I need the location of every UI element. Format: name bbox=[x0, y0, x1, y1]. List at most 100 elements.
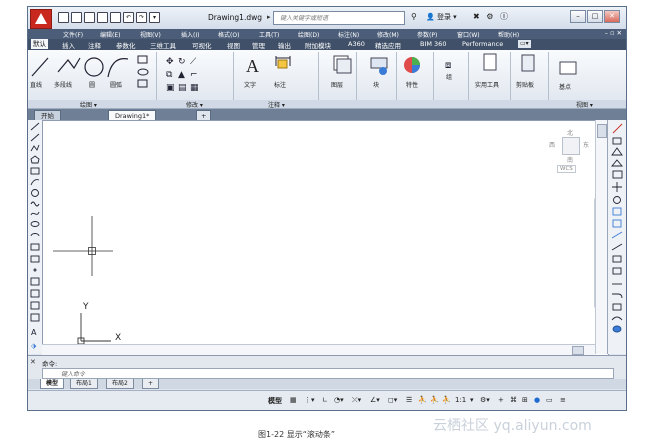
tab-parametric[interactable]: 参数化 bbox=[114, 40, 138, 50]
annotation-visibility-icon[interactable]: ⛹ bbox=[418, 396, 427, 404]
base-point-label[interactable]: 基点 bbox=[559, 82, 571, 91]
panel-title-modify[interactable]: 修改 ▾ bbox=[186, 100, 203, 109]
isolate-objects-icon[interactable]: ● bbox=[534, 396, 540, 404]
save-as-icon[interactable] bbox=[97, 12, 108, 23]
help-icon[interactable]: Ⓘ bbox=[500, 12, 510, 21]
tab-visualize[interactable]: 可视化 bbox=[190, 40, 214, 50]
viewcube-face[interactable] bbox=[562, 137, 580, 155]
hardware-acceleration-icon[interactable]: ▭ bbox=[546, 396, 553, 404]
tab-a360[interactable]: A360 bbox=[346, 40, 367, 48]
viewcube[interactable]: 北 东 南 西 WCS bbox=[547, 128, 591, 177]
polar-icon[interactable]: ◔▾ bbox=[334, 396, 344, 404]
tab-performance[interactable]: Performance bbox=[460, 40, 505, 48]
command-input[interactable]: 键入命令 bbox=[42, 368, 614, 379]
save-icon[interactable] bbox=[84, 12, 95, 23]
object-snap-tracking-icon[interactable]: ∠▾ bbox=[370, 396, 380, 404]
menu-item-help[interactable]: 帮助(H) bbox=[498, 30, 519, 39]
panel-title-view[interactable]: 视图 ▾ bbox=[576, 100, 593, 109]
scale-readout[interactable]: 1:1 bbox=[455, 396, 466, 404]
viewcube-north[interactable]: 北 bbox=[567, 128, 573, 137]
login-button[interactable]: 👤 登录 ▾ bbox=[426, 12, 457, 22]
menu-item-window[interactable]: 窗口(W) bbox=[457, 30, 480, 39]
menu-item-tools[interactable]: 工具(T) bbox=[259, 30, 279, 39]
maximize-button[interactable]: □ bbox=[587, 10, 603, 23]
tab-addins[interactable]: 附加模块 bbox=[303, 40, 333, 50]
wcs-menu[interactable]: WCS bbox=[557, 165, 576, 173]
a360-icon[interactable]: ⚙ bbox=[486, 12, 495, 21]
scale-dropdown-icon[interactable]: ▾ bbox=[470, 396, 474, 404]
search-box[interactable]: ▸ 键入关键字或短语 bbox=[267, 11, 405, 25]
menu-item-format[interactable]: 格式(O) bbox=[218, 30, 239, 39]
menu-item-dimension[interactable]: 标注(N) bbox=[338, 30, 359, 39]
polyline-label[interactable]: 多段线 bbox=[54, 80, 72, 89]
horizontal-scroll-thumb[interactable] bbox=[572, 346, 584, 355]
layout-tab-model[interactable]: 模型 bbox=[40, 379, 65, 389]
tab-manage[interactable]: 管理 bbox=[250, 40, 267, 50]
tab-home[interactable]: 默认 bbox=[31, 39, 48, 49]
arc-label[interactable]: 圆弧 bbox=[110, 80, 122, 89]
vertical-scroll-thumb[interactable] bbox=[597, 124, 607, 138]
panel-title-annotation[interactable]: 注释 ▾ bbox=[268, 100, 285, 109]
exchange-icon[interactable]: ✖ bbox=[473, 12, 482, 21]
viewcube-south[interactable]: 南 bbox=[567, 155, 573, 164]
panel-title-draw[interactable]: 绘图 ▾ bbox=[80, 100, 97, 109]
menu-item-insert[interactable]: 插入(I) bbox=[181, 30, 199, 39]
layers-label[interactable]: 图层 bbox=[331, 80, 343, 89]
close-button[interactable]: ✕ bbox=[604, 10, 620, 23]
text-label[interactable]: 文字 bbox=[244, 80, 256, 89]
lineweight-icon[interactable]: ☰ bbox=[406, 396, 412, 404]
block-label[interactable]: 块 bbox=[373, 80, 379, 89]
quick-properties-icon[interactable]: ⊞ bbox=[522, 396, 528, 404]
properties-label[interactable]: 特性 bbox=[406, 80, 418, 89]
units-icon[interactable]: ⌘ bbox=[510, 396, 517, 404]
vertical-scrollbar[interactable] bbox=[595, 120, 607, 354]
tab-insert[interactable]: 插入 bbox=[60, 40, 77, 50]
auto-scale-icon[interactable]: ⛹ bbox=[430, 396, 439, 404]
menu-item-draw[interactable]: 绘图(D) bbox=[298, 30, 319, 39]
layout-tab-layout2[interactable]: 布局2 bbox=[106, 379, 134, 389]
isodraft-icon[interactable]: ⤫▾ bbox=[352, 396, 361, 405]
tab-annotate[interactable]: 注释 bbox=[86, 40, 103, 50]
menu-item-modify[interactable]: 修改(M) bbox=[377, 30, 399, 39]
menu-item-file[interactable]: 文件(F) bbox=[63, 30, 83, 39]
customize-toolbar-icon[interactable]: ▾ bbox=[149, 12, 160, 23]
tab-output[interactable]: 输出 bbox=[276, 40, 293, 50]
grid-icon[interactable]: ▦ bbox=[290, 396, 297, 404]
workspace-gear-icon[interactable]: ⚙▾ bbox=[480, 396, 490, 404]
binoculars-icon[interactable]: ⚲ bbox=[411, 12, 417, 21]
menu-item-view[interactable]: 视图(V) bbox=[140, 30, 161, 39]
viewcube-east[interactable]: 东 bbox=[583, 140, 589, 149]
drawing-area[interactable]: Y X bbox=[42, 120, 609, 356]
redo-icon[interactable]: ↷ bbox=[136, 12, 147, 23]
annotation-scale-icon[interactable]: ⛹ bbox=[442, 396, 451, 404]
minimize-button[interactable]: – bbox=[570, 10, 586, 23]
open-file-icon[interactable] bbox=[71, 12, 82, 23]
line-label[interactable]: 直线 bbox=[30, 80, 42, 89]
model-space-button[interactable]: 模型 bbox=[268, 396, 282, 406]
tab-featured-apps[interactable]: 精选应用 bbox=[373, 40, 403, 50]
group-label[interactable]: 组 bbox=[446, 72, 452, 81]
tab-bim360[interactable]: BIM 360 bbox=[418, 40, 448, 48]
menu-item-parametric[interactable]: 参数(P) bbox=[417, 30, 437, 39]
customization-menu-icon[interactable]: ≡ bbox=[560, 396, 566, 404]
utilities-label[interactable]: 实用工具 bbox=[475, 80, 499, 89]
viewcube-west[interactable]: 西 bbox=[549, 140, 555, 149]
dimension-label[interactable]: 标注 bbox=[274, 80, 286, 89]
tab-3d-tools[interactable]: 三维工具 bbox=[148, 40, 178, 50]
new-layout-button[interactable]: + bbox=[142, 379, 160, 389]
layout-tab-layout1[interactable]: 布局1 bbox=[70, 379, 98, 389]
snap-icon[interactable]: ⋮▾ bbox=[304, 396, 315, 404]
application-menu-button[interactable] bbox=[30, 9, 52, 29]
annotation-monitor-icon[interactable]: + bbox=[498, 396, 504, 404]
undo-icon[interactable]: ↶ bbox=[123, 12, 134, 23]
ribbon-toggle-icon[interactable]: ▭▾ bbox=[518, 40, 531, 48]
circle-label[interactable]: 圆 bbox=[89, 80, 95, 89]
menu-item-edit[interactable]: 编辑(E) bbox=[100, 30, 120, 39]
document-window-controls[interactable]: – ▫ ✕ bbox=[605, 29, 622, 37]
horizontal-scrollbar[interactable] bbox=[42, 344, 595, 355]
print-icon[interactable] bbox=[110, 12, 121, 23]
clipboard-label[interactable]: 剪贴板 bbox=[516, 80, 534, 89]
ortho-icon[interactable]: ∟ bbox=[322, 396, 328, 404]
tab-view[interactable]: 视图 bbox=[225, 40, 242, 50]
close-command-icon[interactable]: ✕ bbox=[30, 358, 36, 366]
